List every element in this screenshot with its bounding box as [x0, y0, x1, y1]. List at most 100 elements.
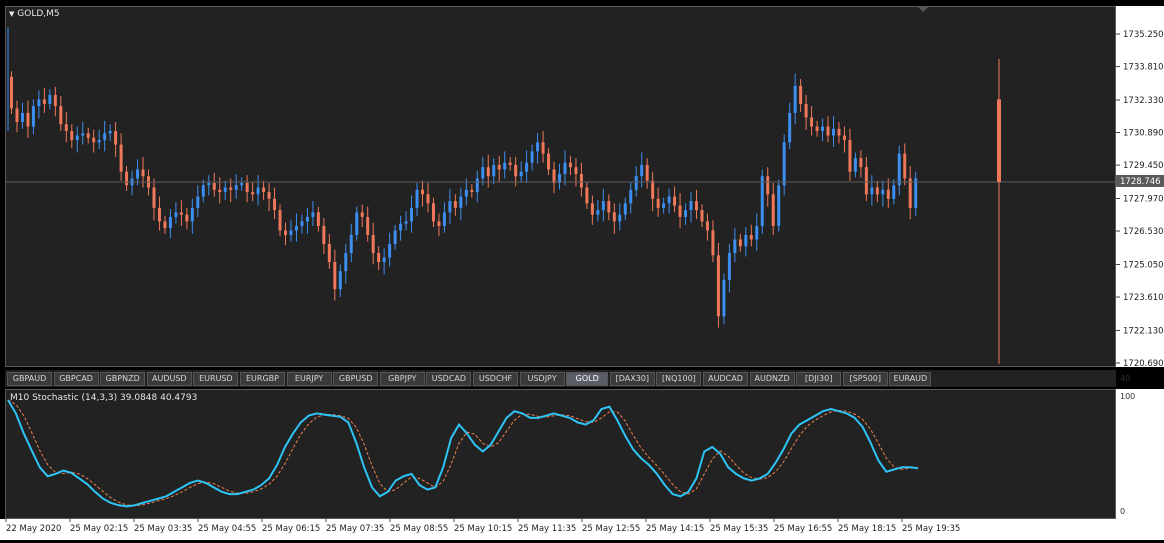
candle-body — [722, 280, 726, 317]
candle-body — [70, 131, 74, 141]
candle-body — [415, 189, 419, 208]
candle-body — [53, 94, 57, 107]
candle-body — [97, 140, 101, 143]
tab-gbpaud[interactable]: GBPAUD — [7, 372, 52, 386]
tab-dax30[interactable]: [DAX30] — [609, 372, 655, 386]
tab-gbpnzd[interactable]: GBPNZD — [100, 372, 146, 386]
candle-body — [662, 203, 666, 208]
candle-body — [10, 76, 13, 109]
candle-body — [371, 234, 375, 254]
shift-marker-icon[interactable] — [918, 7, 928, 12]
candle-body — [914, 178, 918, 208]
dropdown-triangle-icon[interactable]: ▼ — [9, 10, 14, 18]
candle-body — [782, 142, 786, 186]
candle-body — [826, 126, 830, 136]
candle-body — [64, 124, 68, 132]
indicator-title: M10 Stochastic (14,3,3) 39.0848 40.4793 — [10, 393, 198, 403]
candle-body — [388, 244, 392, 258]
candle-body — [684, 210, 688, 217]
tab-usdchf[interactable]: USDCHF — [473, 372, 518, 386]
tab-nq100[interactable]: [NQ100] — [656, 372, 702, 386]
time-tick-label: 25 May 07:35 — [326, 524, 384, 534]
price-tick-label: 1726.530 — [1123, 227, 1164, 237]
candle-body — [601, 201, 605, 211]
candle-body — [771, 194, 775, 226]
current-price-label: 1728.746 — [1120, 177, 1161, 187]
time-tick-label: 22 May 2020 — [6, 524, 61, 534]
tab-euraud[interactable]: EURAUD — [889, 372, 932, 386]
price-chart-canvas[interactable] — [6, 7, 1115, 366]
candle-body — [530, 151, 534, 163]
candle-body — [267, 192, 271, 199]
indicator-scale-top: 100 — [1120, 392, 1136, 401]
time-tick-label: 25 May 03:35 — [134, 524, 192, 534]
candle-body — [886, 189, 890, 199]
candle-body — [793, 85, 797, 113]
candle-body — [651, 180, 655, 199]
tab-gbpusd[interactable]: GBPUSD — [333, 372, 379, 386]
tab-gbpjpy[interactable]: GBPJPY — [379, 372, 425, 386]
time-axis[interactable]: 22 May 2020 25 May 02:15 25 May 03:35 25 Ma… — [0, 519, 1164, 540]
candle-body — [448, 201, 452, 213]
symbol-title: ▼ GOLD,M5 — [9, 9, 60, 19]
price-tick-label: 1732.330 — [1123, 96, 1164, 106]
tab-eurjpy[interactable]: EURJPY — [286, 372, 332, 386]
candle-body — [366, 216, 370, 235]
candle-body — [859, 158, 863, 168]
candle-body — [399, 223, 403, 231]
candle-body — [618, 214, 622, 222]
candle-body — [881, 189, 885, 195]
tab-dji30[interactable]: [DJI30] — [796, 372, 842, 386]
candle-body — [623, 203, 627, 215]
candle-body — [212, 183, 216, 190]
tab-gbpcad[interactable]: GBPCAD — [53, 372, 99, 386]
time-tick-label: 25 May 14:15 — [646, 524, 704, 534]
candle-body — [234, 185, 238, 190]
price-scale[interactable]: 1735.250 1733.810 1732.330 1730.890 1729.450… — [1116, 6, 1164, 369]
candle-body — [864, 167, 868, 195]
candle-body — [262, 187, 266, 193]
tab-eurusd[interactable]: EURUSD — [193, 372, 239, 386]
time-tick-label: 25 May 04:55 — [198, 524, 256, 534]
candle-body — [426, 194, 430, 204]
terminal-window: ▼ GOLD,M5 1735.250 1733.810 1732.330 1730.8… — [0, 0, 1164, 540]
candle-body — [821, 126, 825, 132]
stochastic-main-line — [7, 399, 919, 508]
tab-audnzd[interactable]: AUDNZD — [749, 372, 795, 386]
candle-body — [853, 158, 857, 172]
candle-body — [393, 230, 397, 245]
candle-body — [75, 135, 79, 141]
tab-usdcad[interactable]: USDCAD — [426, 372, 472, 386]
candle-body — [727, 253, 731, 281]
stochastic-pane[interactable] — [5, 389, 1116, 519]
candle-body — [875, 187, 879, 195]
tab-audusd[interactable]: AUDUSD — [146, 372, 192, 386]
candle-body — [612, 212, 616, 222]
candle-body — [470, 189, 474, 193]
candle-body — [103, 133, 107, 141]
candle-body — [673, 196, 677, 206]
tab-sp500[interactable]: [SP500] — [842, 372, 888, 386]
tab-usdjpy[interactable]: USDJPY — [519, 372, 565, 386]
candle-body — [870, 187, 874, 195]
candle-body — [705, 221, 709, 231]
candle-body — [119, 144, 123, 172]
candle-body — [273, 198, 277, 211]
candle-body — [596, 210, 600, 215]
time-tick-label: 25 May 12:55 — [582, 524, 640, 534]
time-tick-label: 25 May 16:55 — [774, 524, 832, 534]
price-chart-pane[interactable] — [5, 6, 1116, 367]
tab-gold[interactable]: GOLD — [566, 372, 609, 386]
candle-body — [185, 214, 189, 222]
candle-body — [766, 176, 770, 195]
candle-body — [486, 167, 490, 177]
tab-eurgbp[interactable]: EURGBP — [240, 372, 285, 386]
tab-audcad[interactable]: AUDCAD — [703, 372, 748, 386]
candle-body — [245, 183, 249, 193]
candle-body — [541, 142, 545, 154]
time-tick-label: 25 May 08:55 — [390, 524, 448, 534]
symbol-tabs: GBPAUD GBPCAD GBPNZD AUDUSD EURUSD EURGBP EURJ… — [5, 370, 1116, 387]
candle-body — [382, 257, 386, 263]
candle-body — [284, 230, 287, 235]
candle-body — [733, 239, 737, 254]
